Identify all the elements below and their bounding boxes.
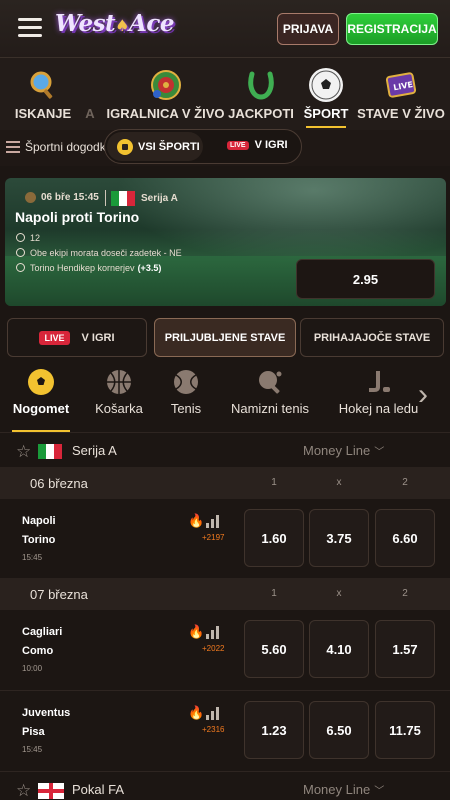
scroll-right-arrow-icon[interactable]: ›: [418, 378, 428, 412]
banner-title: Napoli proti Torino: [15, 209, 140, 225]
sport-item-football[interactable]: Nogomet: [12, 364, 70, 432]
nav-item-jackpots[interactable]: JACKPOTI: [228, 58, 294, 130]
match-time: 15:45: [22, 745, 43, 754]
odds-button-draw[interactable]: 4.10: [309, 620, 369, 678]
away-team: Pisa: [22, 726, 45, 738]
hamburger-menu-icon[interactable]: [18, 18, 42, 38]
odds-button-draw[interactable]: 6.50: [309, 701, 369, 759]
featured-match-banner[interactable]: 06 bře 15:45 Serija A Napoli proti Torin…: [5, 178, 446, 306]
italy-flag-icon: [38, 444, 62, 459]
home-team: Napoli: [22, 515, 56, 527]
odds-button-home[interactable]: 1.23: [244, 701, 304, 759]
tab-upcoming-bets[interactable]: PRIHAJAJOČE STAVE: [300, 318, 444, 357]
fire-icon: 🔥: [188, 624, 205, 639]
hockey-stick-icon: [366, 369, 392, 395]
favorite-star-icon[interactable]: ☆: [16, 442, 31, 462]
away-team: Como: [22, 645, 54, 657]
nav-item-search[interactable]: ISKANJE: [15, 58, 71, 130]
logo[interactable]: West♠Ace: [55, 10, 174, 37]
soccer-ball-icon: [117, 138, 133, 155]
home-team: Cagliari: [22, 626, 63, 638]
more-markets-count[interactable]: +2197: [202, 533, 224, 542]
soccer-ball-icon: [309, 68, 343, 102]
stats-bars-icon[interactable]: [206, 705, 219, 720]
league-header[interactable]: ☆ Pokal FA Money Line ﹀: [0, 771, 450, 800]
league-header[interactable]: ☆ Serija A Money Line ﹀: [0, 432, 450, 468]
odds-button-away[interactable]: 11.75: [375, 701, 435, 759]
horseshoe-icon: [244, 68, 278, 102]
live-badge: LIVE: [39, 330, 70, 345]
stats-bars-icon[interactable]: [206, 624, 219, 639]
main-nav: ISKANJE A IGRALNICA V ŽIVO JACKPOTI ŠPOR…: [0, 58, 450, 130]
chevron-down-icon: ﹀: [374, 786, 385, 797]
ball-icon: [25, 192, 36, 203]
market-selector[interactable]: Money Line ﹀: [303, 443, 384, 458]
roulette-icon: [149, 68, 183, 102]
odds-button-draw[interactable]: 3.75: [309, 509, 369, 567]
date-header: 07 března 1 x 2: [0, 578, 450, 610]
match-row[interactable]: Cagliari Como 10:00 🔥 +2022 5.60 4.10 1.…: [0, 610, 450, 690]
sport-item-basketball[interactable]: Košarka: [94, 364, 144, 432]
all-sports-pill[interactable]: VSI ŠPORTI: [107, 132, 203, 161]
sports-events-label[interactable]: Športni dogodki: [25, 140, 108, 154]
league-name: Pokal FA: [72, 782, 125, 797]
date-header: 06 března 1 x 2: [0, 467, 450, 499]
england-flag-icon: [38, 783, 64, 799]
live-badge: LIVE: [227, 140, 249, 150]
banner-date: 06 bře 15:45: [25, 192, 99, 203]
sport-item-table-tennis[interactable]: Namizni tenis: [229, 364, 311, 432]
market-selector[interactable]: Money Line ﹀: [303, 782, 384, 797]
more-markets-count[interactable]: +2316: [202, 725, 224, 734]
favorite-star-icon[interactable]: ☆: [16, 781, 31, 800]
basketball-icon: [106, 369, 132, 395]
register-button[interactable]: REGISTRACIJA: [346, 13, 438, 45]
nav-item-live-casino[interactable]: IGRALNICA V ŽIVO: [107, 58, 224, 130]
bet-selections: 12 Obe ekipi morata doseči zadetek - NE …: [15, 230, 182, 275]
stats-bars-icon[interactable]: [206, 513, 219, 528]
nav-item-partial[interactable]: A: [84, 58, 96, 130]
selection-line: Torino Hendikep kornerjev (+3.5): [15, 260, 182, 275]
italy-flag-icon: [111, 191, 135, 206]
login-button[interactable]: PRIJAVA: [277, 13, 339, 45]
odds-button-home[interactable]: 5.60: [244, 620, 304, 678]
fire-icon: 🔥: [188, 513, 205, 528]
sport-item-tennis[interactable]: Tenis: [169, 364, 203, 432]
chevron-down-icon: ﹀: [374, 447, 385, 458]
soccer-ball-icon: [28, 369, 54, 395]
banner-league: Serija A: [111, 191, 178, 206]
spade-icon: ♠: [115, 16, 130, 35]
match-row[interactable]: Napoli Torino 15:45 🔥 +2197 1.60 3.75 6.…: [0, 499, 450, 579]
match-time: 10:00: [22, 664, 43, 673]
sport-item-ice-hockey[interactable]: Hokej na ledu: [338, 364, 419, 432]
match-row[interactable]: Juventus Pisa 15:45 🔥 +2316 1.23 6.50 11…: [0, 691, 450, 771]
away-team: Torino: [22, 534, 56, 546]
tab-in-game[interactable]: LIVE V IGRI: [7, 318, 147, 357]
league-name: Serija A: [72, 443, 117, 458]
selection-line: 12: [15, 230, 182, 245]
match-time: 15:45: [22, 553, 43, 562]
banner-odds-button[interactable]: 2.95: [296, 259, 435, 299]
in-game-pill[interactable]: LIVE V IGRI: [227, 139, 288, 151]
odds-button-away[interactable]: 6.60: [375, 509, 435, 567]
top-bar: West♠Ace PRIJAVA REGISTRACIJA: [0, 0, 450, 58]
tab-favorite-bets[interactable]: PRILJUBLJENE STAVE: [154, 318, 296, 357]
nav-item-sport[interactable]: ŠPORT: [304, 58, 348, 130]
fire-icon: 🔥: [188, 705, 205, 720]
live-tv-icon: LIVE: [384, 68, 418, 102]
odds-button-home[interactable]: 1.60: [244, 509, 304, 567]
table-tennis-icon: [257, 369, 283, 395]
nav-item-live-bets[interactable]: LIVE STAVE V ŽIVO: [357, 58, 445, 130]
tennis-ball-icon: [173, 369, 199, 395]
sport-filter-pills: VSI ŠPORTI LIVE V IGRI: [104, 129, 302, 164]
menu-icon[interactable]: [6, 141, 20, 153]
sports-nav: Nogomet Košarka Tenis Namizni tenis Hoke…: [0, 364, 450, 432]
odds-button-away[interactable]: 1.57: [375, 620, 435, 678]
selection-line: Obe ekipi morata doseči zadetek - NE: [15, 245, 182, 260]
divider: [105, 190, 106, 206]
home-team: Juventus: [22, 707, 71, 719]
more-markets-count[interactable]: +2022: [202, 644, 224, 653]
search-icon: [26, 68, 60, 102]
